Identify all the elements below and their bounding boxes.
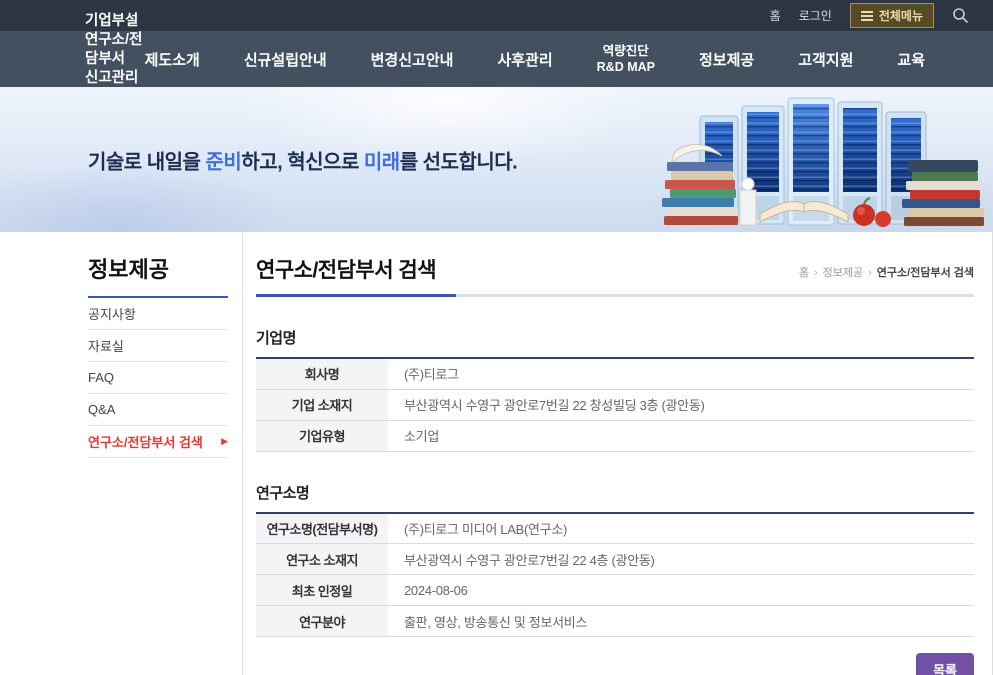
server-books-illustration bbox=[652, 90, 987, 230]
nav-item-post-management[interactable]: 사후관리 bbox=[497, 49, 552, 70]
hero-banner: 기술로 내일을 준비하고, 혁신으로 미래를 선도합니다. bbox=[0, 87, 993, 232]
breadcrumb-home[interactable]: 홈 bbox=[799, 267, 809, 279]
main-nav-bar: 기업부설연구소/전담부서 신고관리시스템 제도소개 신규설립안내 변경신고안내 … bbox=[0, 32, 993, 87]
nav-item-intro[interactable]: 제도소개 bbox=[145, 49, 200, 70]
title-underline bbox=[256, 294, 974, 297]
all-menu-button[interactable]: 전체메뉴 bbox=[850, 3, 934, 28]
field-value: 출판, 영상, 방송통신 및 정보서비스 bbox=[388, 606, 974, 637]
sidebar-item-qna[interactable]: Q&A bbox=[88, 394, 228, 426]
page: 홈 로그인 전체메뉴 기업부설연구소/전담부서 신고관리시스템 제도소개 신규설… bbox=[0, 0, 993, 675]
field-value: 소기업 bbox=[388, 420, 974, 451]
sidebar-item-archive[interactable]: 자료실 bbox=[88, 330, 228, 362]
table-row: 기업 소재지 부산광역시 수영구 광안로7번길 22 창성빌딩 3층 (광안동) bbox=[256, 389, 974, 420]
nav-rnd-line1: 역량진단 bbox=[597, 44, 655, 60]
all-menu-label: 전체메뉴 bbox=[879, 7, 923, 24]
page-title: 연구소/전담부서 검색 bbox=[256, 254, 436, 284]
logo-line1: 기업부설연구소/전담부서 bbox=[85, 12, 145, 69]
hero-highlight-1: 준비 bbox=[206, 151, 242, 173]
search-icon bbox=[952, 7, 969, 24]
nav-item-customer-support[interactable]: 고객지원 bbox=[798, 49, 853, 70]
sidebar-title: 정보제공 bbox=[88, 252, 228, 298]
breadcrumb-info[interactable]: 정보제공 bbox=[823, 267, 863, 279]
breadcrumb-current: 연구소/전담부서 검색 bbox=[877, 267, 974, 279]
nav-menu: 제도소개 신규설립안내 변경신고안내 사후관리 역량진단 R&D MAP 정보제… bbox=[145, 44, 925, 75]
hero-highlight-2: 미래 bbox=[364, 151, 400, 173]
breadcrumb: 홈›정보제공›연구소/전담부서 검색 bbox=[799, 264, 974, 284]
hero-slogan: 기술로 내일을 준비하고, 혁신으로 미래를 선도합니다. bbox=[88, 145, 517, 174]
nav-item-rnd-map[interactable]: 역량진단 R&D MAP bbox=[597, 44, 655, 75]
main-panel: 연구소/전담부서 검색 홈›정보제공›연구소/전담부서 검색 기업명 회사명 (… bbox=[243, 232, 993, 675]
table-row: 연구분야 출판, 영상, 방송통신 및 정보서비스 bbox=[256, 606, 974, 637]
nav-item-change-report[interactable]: 변경신고안내 bbox=[371, 49, 454, 70]
search-button[interactable] bbox=[952, 7, 969, 24]
nav-item-information[interactable]: 정보제공 bbox=[699, 49, 754, 70]
field-label: 최초 인정일 bbox=[256, 575, 388, 606]
nav-item-new-setup[interactable]: 신규설립안내 bbox=[244, 49, 327, 70]
sidebar-item-lab-search[interactable]: 연구소/전담부서 검색 ▶ bbox=[88, 426, 228, 458]
nav-item-education[interactable]: 교육 bbox=[897, 49, 925, 70]
field-value: 부산광역시 수영구 광안로7번길 22 4층 (광안동) bbox=[388, 544, 974, 575]
sidebar-item-faq[interactable]: FAQ bbox=[88, 362, 228, 394]
table-row: 연구소 소재지 부산광역시 수영구 광안로7번길 22 4층 (광안동) bbox=[256, 544, 974, 575]
field-label: 회사명 bbox=[256, 358, 388, 389]
field-label: 연구소 소재지 bbox=[256, 544, 388, 575]
login-link[interactable]: 로그인 bbox=[799, 7, 832, 24]
sidebar-item-notice[interactable]: 공지사항 bbox=[88, 298, 228, 330]
content-area: 정보제공 공지사항 자료실 FAQ Q&A 연구소/전담부서 검색 ▶ bbox=[0, 232, 993, 675]
company-info-table: 회사명 (주)티로그 기업 소재지 부산광역시 수영구 광안로7번길 22 창성… bbox=[256, 357, 974, 452]
hamburger-icon bbox=[861, 9, 873, 23]
nav-rnd-line2: R&D MAP bbox=[597, 60, 655, 76]
top-utility-bar: 홈 로그인 전체메뉴 bbox=[0, 0, 993, 32]
field-label: 연구분야 bbox=[256, 606, 388, 637]
list-button[interactable]: 목록 bbox=[916, 653, 974, 675]
field-value: (주)티로그 미디어 LAB(연구소) bbox=[388, 513, 974, 544]
field-value: (주)티로그 bbox=[388, 358, 974, 389]
table-row: 연구소명(전담부서명) (주)티로그 미디어 LAB(연구소) bbox=[256, 513, 974, 544]
home-link[interactable]: 홈 bbox=[770, 7, 781, 24]
table-row: 기업유형 소기업 bbox=[256, 420, 974, 451]
section-heading-lab: 연구소명 bbox=[256, 482, 974, 503]
field-label: 기업유형 bbox=[256, 420, 388, 451]
table-row: 최초 인정일 2024-08-06 bbox=[256, 575, 974, 606]
table-row: 회사명 (주)티로그 bbox=[256, 358, 974, 389]
field-value: 2024-08-06 bbox=[388, 575, 974, 606]
section-heading-company: 기업명 bbox=[256, 327, 974, 348]
field-value: 부산광역시 수영구 광안로7번길 22 창성빌딩 3층 (광안동) bbox=[388, 389, 974, 420]
lab-info-table: 연구소명(전담부서명) (주)티로그 미디어 LAB(연구소) 연구소 소재지 … bbox=[256, 512, 974, 638]
active-arrow-icon: ▶ bbox=[221, 436, 228, 447]
sidebar: 정보제공 공지사항 자료실 FAQ Q&A 연구소/전담부서 검색 ▶ bbox=[88, 232, 243, 675]
field-label: 기업 소재지 bbox=[256, 389, 388, 420]
field-label: 연구소명(전담부서명) bbox=[256, 513, 388, 544]
